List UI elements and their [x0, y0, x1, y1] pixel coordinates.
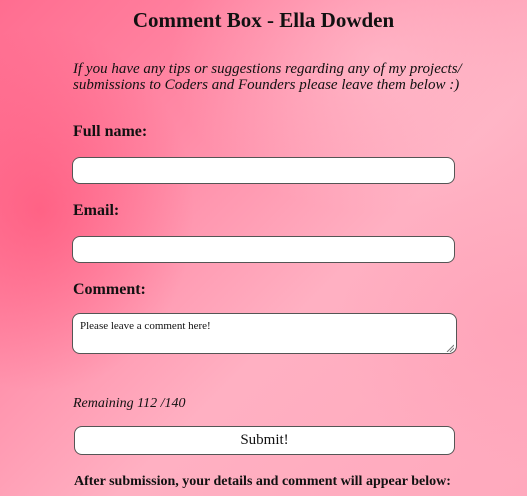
full-name-input[interactable] [72, 157, 455, 184]
resize-grip-icon[interactable] [446, 344, 454, 352]
email-label: Email: [73, 202, 120, 219]
page-title: Comment Box - Ella Dowden [132, 8, 395, 32]
remaining-character-counter: Remaining 112 /140 [73, 396, 186, 411]
after-submission-note: After submission, your details and comme… [74, 474, 451, 489]
full-name-label: Full name: [73, 123, 148, 140]
comment-textarea[interactable]: Please leave a comment here! [72, 313, 457, 354]
intro-text: If you have any tips or suggestions rega… [73, 61, 462, 93]
submit-button[interactable]: Submit! [74, 426, 455, 455]
comment-label: Comment: [73, 281, 146, 298]
email-input[interactable] [72, 236, 455, 263]
